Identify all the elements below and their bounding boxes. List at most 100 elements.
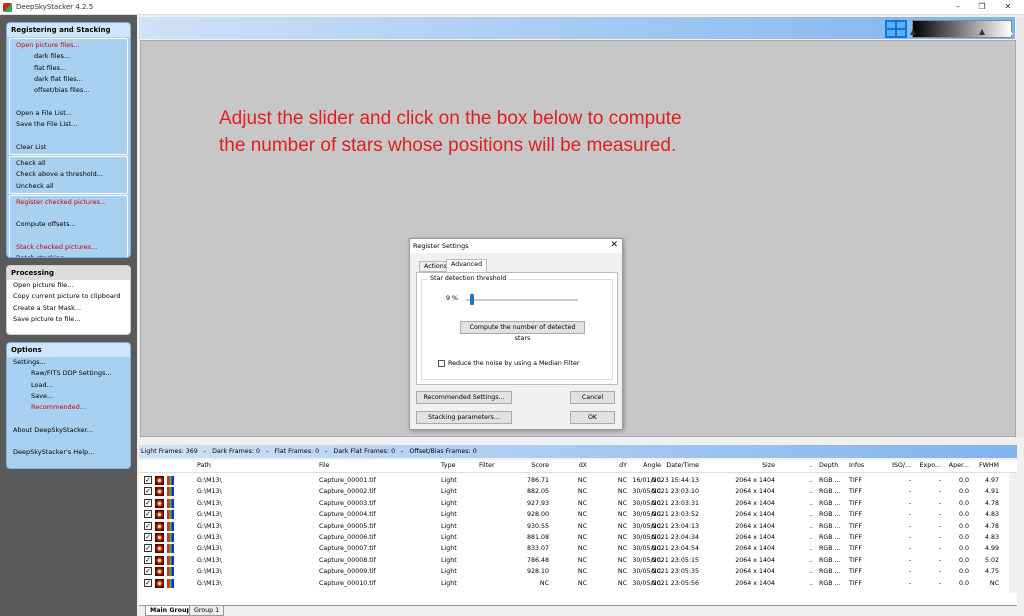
sidebar-item[interactable]: Save... (7, 391, 130, 402)
black-point-handle[interactable] (910, 29, 916, 35)
table-row[interactable]: ✓ G:\M13\ Capture_00006.tif Light 881.08 NC NC… (139, 532, 1017, 543)
tab-group-1[interactable]: Group 1 (189, 606, 225, 616)
column-header[interactable]: Expo... (917, 462, 941, 469)
recommended-settings-button[interactable]: Recommended Settings... (416, 391, 512, 404)
tab-advanced[interactable]: Advanced (446, 259, 488, 273)
sidebar-item[interactable]: About DeepSkyStacker... (7, 425, 130, 436)
column-header[interactable]: Depth (819, 462, 838, 469)
row-checkbox[interactable]: ✓ (144, 578, 152, 587)
right-scrollbar[interactable] (1016, 17, 1024, 437)
table-vertical-scrollbar[interactable] (1009, 473, 1017, 593)
sidebar-item[interactable]: Clear List (10, 142, 127, 153)
sidebar-item[interactable]: Compute offsets... (10, 219, 127, 230)
sidebar-item[interactable]: Open picture file... (7, 280, 130, 291)
column-header[interactable]: Size (719, 462, 775, 469)
options-header: Options (7, 343, 130, 357)
row-checkbox[interactable]: ✓ (144, 567, 152, 576)
separator: - (401, 448, 404, 455)
sidebar-item[interactable]: Load... (7, 380, 130, 391)
sidebar-item[interactable]: Open a File List... (10, 108, 127, 119)
sidebar-item[interactable]: Check above a threshold... (10, 169, 127, 180)
advanced-tab-body: Star detection threshold 9 % Compute the… (416, 272, 618, 385)
column-header[interactable]: Aper... (943, 462, 969, 469)
table-cell: TIFF (849, 534, 862, 541)
table-row[interactable]: ✓ G:\M13\ Capture_00009.tif Light 928.10 NC NC… (139, 566, 1017, 577)
table-cell: 4.97 (984, 477, 999, 484)
sidebar-item[interactable]: dark flat files... (10, 74, 127, 85)
table-cell: 928.00 (526, 511, 549, 519)
ok-button[interactable]: OK (570, 411, 615, 424)
sidebar-item[interactable]: Create a Star Mask... (7, 303, 130, 314)
threshold-slider-thumb[interactable] (470, 294, 474, 305)
picture-canvas[interactable]: Adjust the slider and click on the box b… (140, 40, 1016, 437)
histogram-toggle-icon[interactable] (885, 20, 907, 38)
checkbox-box[interactable] (438, 360, 445, 367)
sidebar-item[interactable]: Recommended... (7, 402, 130, 413)
row-checkbox[interactable]: ✓ (144, 510, 152, 519)
column-header[interactable]: FWHM (971, 462, 999, 469)
row-checkbox[interactable]: ✓ (144, 555, 152, 564)
sidebar-item[interactable]: Settings... (7, 357, 130, 368)
row-checkbox[interactable]: ✓ (144, 487, 152, 496)
table-cell: NC (617, 556, 627, 564)
sidebar-item[interactable]: Save picture to file... (7, 314, 130, 325)
sidebar-item[interactable]: Stack checked pictures... (10, 242, 127, 253)
column-header[interactable]: Infos (849, 462, 864, 469)
levels-gradient[interactable] (912, 20, 1012, 38)
row-checkbox[interactable]: ✓ (144, 544, 152, 553)
sidebar-item[interactable]: Save the File List... (10, 119, 127, 130)
column-header[interactable]: Filter (479, 462, 495, 469)
sidebar-item[interactable]: dark files... (10, 51, 127, 62)
column-header[interactable]: Date/Time (629, 462, 699, 469)
table-cell: TIFF (849, 499, 862, 507)
close-icon[interactable]: ✕ (610, 240, 618, 250)
column-header[interactable]: Type (441, 462, 455, 469)
sidebar-item[interactable]: DeepSkyStacker's Help... (7, 447, 130, 458)
sidebar-item[interactable]: Open picture files... (10, 40, 127, 51)
table-row[interactable]: ✓ G:\M13\ Capture_00004.tif Light 928.00 NC NC… (139, 509, 1017, 520)
table-row[interactable]: ✓ G:\M13\ Capture_00001.tif Light 786.71 NC NC… (139, 475, 1017, 486)
column-header[interactable]: .. (809, 462, 813, 469)
table-row[interactable]: ✓ G:\M13\ Capture_00007.tif Light 833.07 NC NC… (139, 543, 1017, 554)
table-cell: - (938, 499, 941, 507)
sidebar-item[interactable]: Register checked pictures... (10, 197, 127, 208)
column-header[interactable]: Score (511, 462, 549, 469)
table-cell: TIFF (849, 488, 862, 496)
row-checkbox[interactable]: ✓ (144, 476, 152, 484)
table-row[interactable]: ✓ G:\M13\ Capture_00010.tif Light NC NC NC NC 30… (139, 578, 1017, 589)
white-point-handle[interactable] (1007, 29, 1013, 35)
table-row[interactable]: ✓ G:\M13\ Capture_00005.tif Light 930.55 NC NC… (139, 521, 1017, 532)
column-header[interactable]: dX (559, 462, 587, 469)
column-header[interactable]: ISO/... (885, 462, 911, 469)
close-icon[interactable]: ✕ (996, 1, 1020, 13)
compute-stars-button[interactable]: Compute the number of detected stars (460, 321, 585, 342)
table-cell: NC (577, 579, 587, 587)
table-cell: 30/05/2021 23:05:35 (632, 568, 699, 576)
column-header[interactable]: File (319, 462, 330, 469)
table-cell: - (908, 556, 911, 564)
restore-icon[interactable]: ❐ (970, 1, 994, 13)
table-row[interactable]: ✓ G:\M13\ Capture_00003.tif Light 927.93 NC NC… (139, 498, 1017, 509)
table-row[interactable]: ✓ G:\M13\ Capture_00002.tif Light 882.05 NC NC… (139, 486, 1017, 497)
row-checkbox[interactable]: ✓ (144, 498, 152, 507)
sidebar-item[interactable]: Uncheck all (10, 181, 127, 192)
sidebar-item[interactable]: Check all (10, 158, 127, 169)
threshold-slider-track[interactable] (466, 299, 578, 301)
cancel-button[interactable]: Cancel (570, 391, 615, 404)
row-checkbox[interactable]: ✓ (144, 533, 152, 541)
column-header[interactable]: dY (599, 462, 627, 469)
sidebar-item[interactable]: flat files... (10, 63, 127, 74)
star-thumbnail-icon (155, 498, 164, 508)
column-header[interactable]: Path (197, 462, 211, 469)
minimize-icon[interactable]: – (946, 1, 970, 13)
file-list-table: Path File Type Filter Score dX dY Angle Date/Tim… (139, 460, 1017, 605)
median-filter-checkbox[interactable]: Reduce the noise by using a Median Filte… (438, 360, 579, 367)
sidebar-item[interactable]: Batch stacking... (10, 253, 127, 257)
sidebar-item[interactable]: offset/bias files... (10, 85, 127, 96)
row-checkbox[interactable]: ✓ (144, 521, 152, 530)
table-row[interactable]: ✓ G:\M13\ Capture_00008.tif Light 786.48 NC NC… (139, 555, 1017, 566)
stacking-parameters-button[interactable]: Stacking parameters... (416, 411, 512, 424)
sidebar-item[interactable]: Copy current picture to clipboard (7, 291, 130, 302)
sidebar-item[interactable]: Raw/FITS DDP Settings... (7, 368, 130, 379)
mid-point-handle[interactable] (979, 29, 985, 35)
